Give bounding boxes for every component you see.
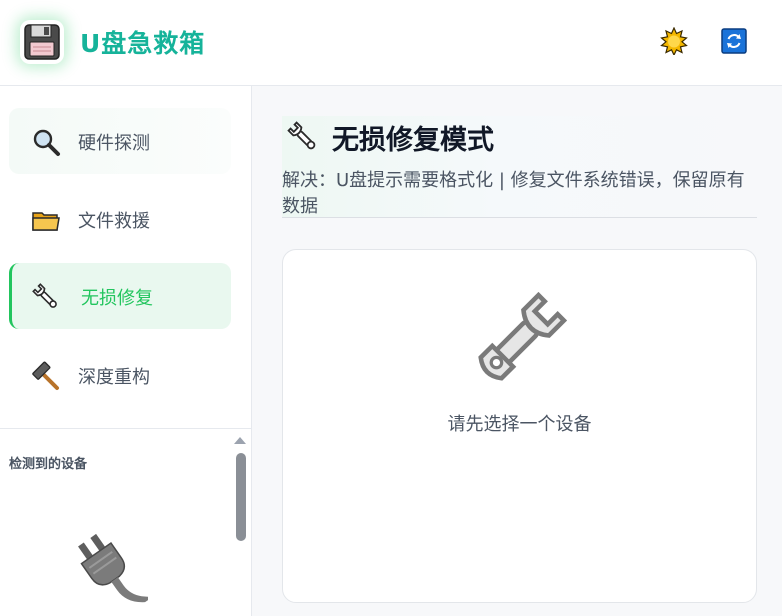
folder-icon — [31, 205, 61, 235]
wrench-icon — [286, 120, 320, 154]
usb-plug-icon — [72, 529, 154, 616]
magnifier-icon — [31, 127, 61, 157]
empty-state-panel: 请先选择一个设备 — [282, 249, 757, 603]
floppy-disk-icon — [20, 20, 64, 64]
main-content: 无损修复模式 解决：U盘提示需要格式化 | 修复文件系统错误，保留原有数据 请先… — [252, 86, 782, 616]
sidebar-item-deep-rebuild[interactable]: 深度重构 — [9, 342, 231, 408]
sidebar-item-label: 硬件探测 — [78, 133, 150, 154]
theme-toggle-button[interactable] — [660, 27, 688, 55]
sidebar-item-label: 无损修复 — [81, 288, 153, 309]
sidebar: 硬件探测 文件救援 无损修复 深度重构 检测到的设备 — [0, 86, 252, 616]
scrollbar-thumb[interactable] — [236, 453, 246, 541]
app-title: U盘急救箱 — [80, 29, 206, 58]
device-list-title: 检测到的设备 — [9, 457, 88, 472]
device-list-section: 检测到的设备 — [0, 428, 252, 616]
app-header: U盘急救箱 — [0, 0, 782, 86]
sidebar-item-lossless-repair[interactable]: 无损修复 — [9, 263, 231, 329]
mode-header: 无损修复模式 解决：U盘提示需要格式化 | 修复文件系统错误，保留原有数据 — [282, 116, 757, 218]
hammer-icon — [31, 361, 61, 391]
mode-description: 解决：U盘提示需要格式化 | 修复文件系统错误，保留原有数据 — [282, 170, 745, 217]
refresh-button[interactable] — [720, 27, 748, 55]
sidebar-item-label: 深度重构 — [78, 367, 150, 388]
sun-icon — [660, 27, 688, 55]
mode-title: 无损修复模式 — [332, 125, 494, 156]
sidebar-item-hardware-detect[interactable]: 硬件探测 — [9, 108, 231, 174]
empty-state-hint: 请先选择一个设备 — [447, 414, 592, 435]
sidebar-item-label: 文件救援 — [78, 211, 150, 232]
wrench-icon — [31, 282, 61, 312]
scroll-up-arrow[interactable] — [234, 437, 246, 444]
sidebar-item-file-rescue[interactable]: 文件救援 — [9, 186, 231, 252]
wrench-icon — [471, 290, 569, 388]
refresh-icon — [721, 28, 747, 54]
